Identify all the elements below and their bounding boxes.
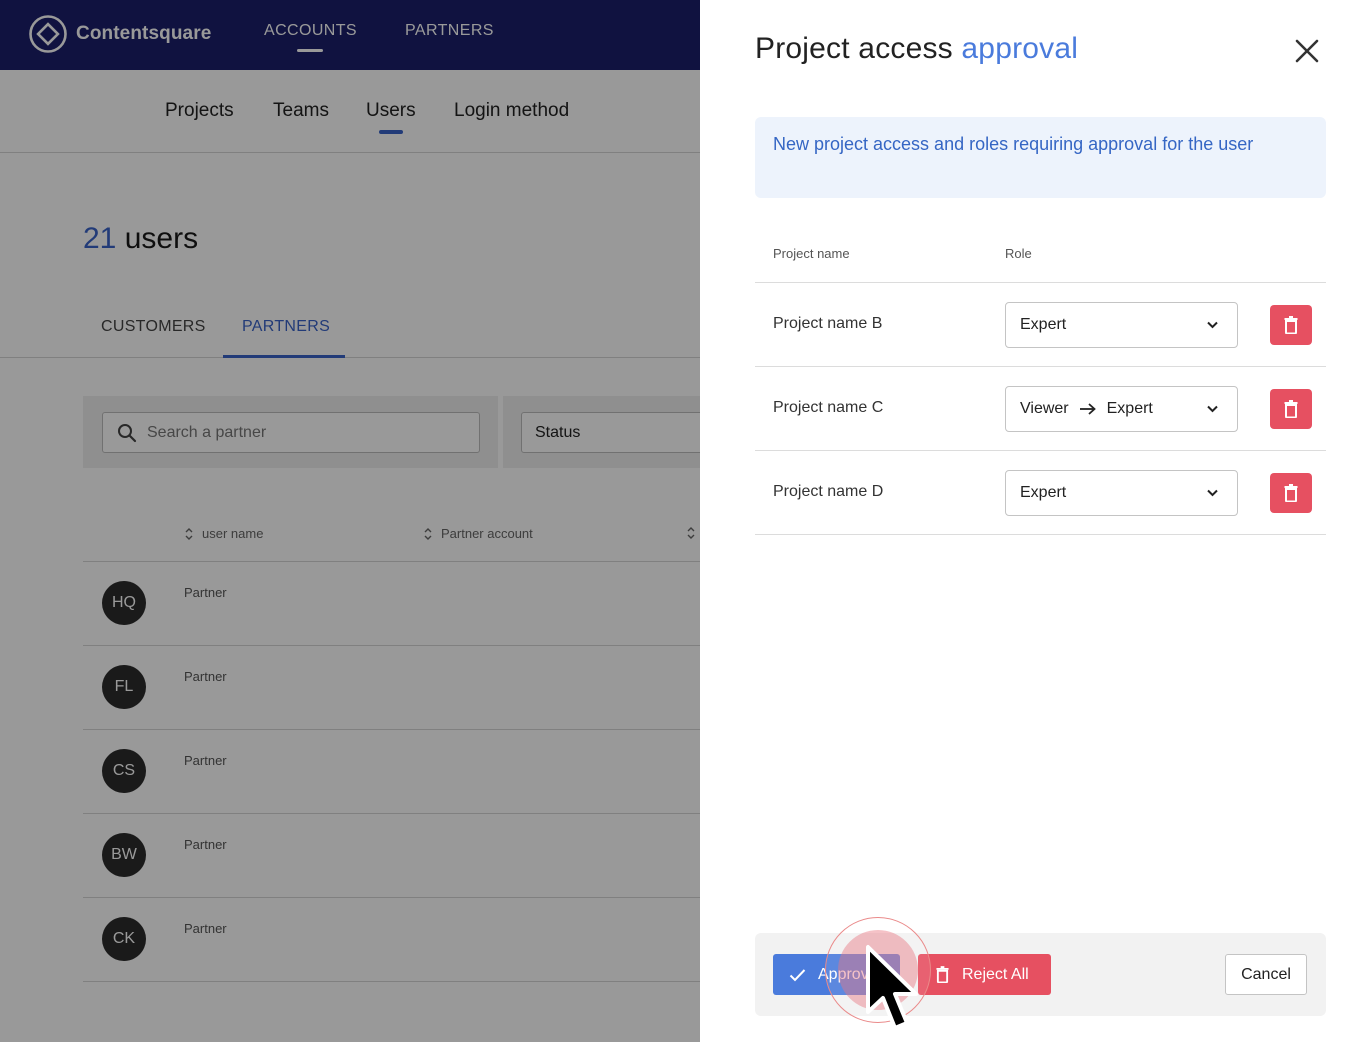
project-row: Project name C Viewer Expert [755, 367, 1326, 451]
role-value: Expert [1020, 484, 1066, 502]
approve-button[interactable]: Approve [773, 954, 900, 995]
logo-icon [29, 15, 67, 53]
role-label: Expert [1020, 316, 1067, 333]
subnav-users[interactable]: Users [366, 100, 416, 122]
column-header-more[interactable] [686, 526, 696, 540]
project-row: Project name D Expert [755, 451, 1326, 535]
user-type: Partner [184, 837, 227, 852]
close-icon[interactable] [1292, 36, 1322, 66]
users-count: 21 [83, 222, 117, 255]
top-bar: Contentsquare ACCOUNTS PARTNERS [0, 0, 700, 70]
tab-partners[interactable]: PARTNERS [242, 318, 330, 336]
table-row[interactable]: FL Partner [83, 646, 700, 730]
avatar: CK [102, 917, 146, 961]
approval-panel: Project access approval New project acce… [700, 0, 1366, 1042]
arrow-right-icon [1079, 403, 1096, 415]
delete-project-button[interactable] [1270, 305, 1312, 345]
role-select[interactable]: Expert [1005, 302, 1238, 348]
panel-title-accent: approval [961, 32, 1079, 65]
brand-logo[interactable]: Contentsquare [28, 14, 211, 54]
panel-title: Project access approval [755, 32, 1078, 66]
project-name: Project name D [773, 483, 884, 500]
column-header-user-name[interactable]: user name [184, 526, 263, 541]
search-input[interactable] [147, 413, 467, 452]
sort-icon [687, 527, 695, 539]
brand-name: Contentsquare [76, 23, 212, 44]
user-type: Partner [184, 921, 227, 936]
user-type-tabs: CUSTOMERS PARTNERS [0, 300, 700, 358]
status-label: Status [535, 424, 581, 441]
role-value: Expert [1020, 316, 1066, 334]
subnav-projects[interactable]: Projects [165, 100, 234, 122]
column-header-partner-account[interactable]: Partner account [423, 526, 533, 541]
sub-navigation: Projects Teams Users Login method [0, 70, 700, 153]
status-dropdown[interactable]: Status [521, 412, 700, 453]
sort-icon [185, 527, 193, 540]
avatar: BW [102, 833, 146, 877]
role-label: Expert [1106, 400, 1153, 417]
role-value: Viewer Expert [1020, 400, 1153, 418]
avatar: FL [102, 665, 146, 709]
check-icon [789, 968, 806, 981]
topnav-partners[interactable]: PARTNERS [405, 22, 494, 40]
users-count-title: 21 users [83, 222, 198, 256]
chevron-down-icon [1207, 321, 1218, 329]
table-row[interactable]: CK Partner [83, 898, 700, 982]
project-name: Project name B [773, 315, 883, 332]
user-type: Partner [184, 753, 227, 768]
table-row[interactable]: BW Partner [83, 814, 700, 898]
column-label: Partner account [441, 526, 533, 541]
trash-icon [1284, 400, 1298, 418]
avatar: HQ [102, 581, 146, 625]
previous-role-label: Viewer [1020, 400, 1069, 417]
user-type: Partner [184, 669, 227, 684]
info-banner: New project access and roles requiring a… [755, 117, 1326, 198]
trash-icon [1284, 484, 1298, 502]
sort-icon [424, 527, 432, 540]
background-app: Contentsquare ACCOUNTS PARTNERS Projects… [0, 0, 700, 1042]
subnav-teams[interactable]: Teams [273, 100, 329, 122]
subnav-login-method[interactable]: Login method [454, 100, 569, 122]
table-row[interactable]: CS Partner [83, 730, 700, 814]
approve-label: Approve [818, 965, 878, 983]
role-select[interactable]: Expert [1005, 470, 1238, 516]
chevron-down-icon [1207, 489, 1218, 497]
user-type: Partner [184, 585, 227, 600]
role-select[interactable]: Viewer Expert [1005, 386, 1238, 432]
reject-all-button[interactable]: Reject All [918, 954, 1051, 995]
project-name: Project name C [773, 399, 884, 416]
users-label: users [124, 222, 199, 255]
delete-project-button[interactable] [1270, 473, 1312, 513]
search-icon [118, 424, 137, 443]
tab-customers[interactable]: CUSTOMERS [101, 318, 206, 336]
panel-title-prefix: Project access [755, 32, 953, 65]
column-label: user name [202, 526, 264, 541]
header-role: Role [1005, 246, 1032, 261]
chevron-down-icon [1207, 405, 1218, 413]
trash-icon [1284, 316, 1298, 334]
avatar: CS [102, 749, 146, 793]
table-row[interactable]: HQ Partner [83, 562, 700, 646]
delete-project-button[interactable] [1270, 389, 1312, 429]
topnav-accounts[interactable]: ACCOUNTS [264, 22, 357, 40]
cancel-button[interactable]: Cancel [1225, 954, 1307, 995]
header-project-name: Project name [773, 246, 850, 261]
role-label: Expert [1020, 484, 1067, 501]
info-text: New project access and roles requiring a… [773, 134, 1254, 154]
project-row: Project name B Expert [755, 283, 1326, 367]
reject-all-label: Reject All [962, 965, 1029, 983]
panel-footer: Approve Reject All Cancel [755, 933, 1326, 1016]
trash-icon [936, 966, 949, 983]
tab-active-indicator [223, 355, 345, 358]
search-box [102, 412, 480, 453]
